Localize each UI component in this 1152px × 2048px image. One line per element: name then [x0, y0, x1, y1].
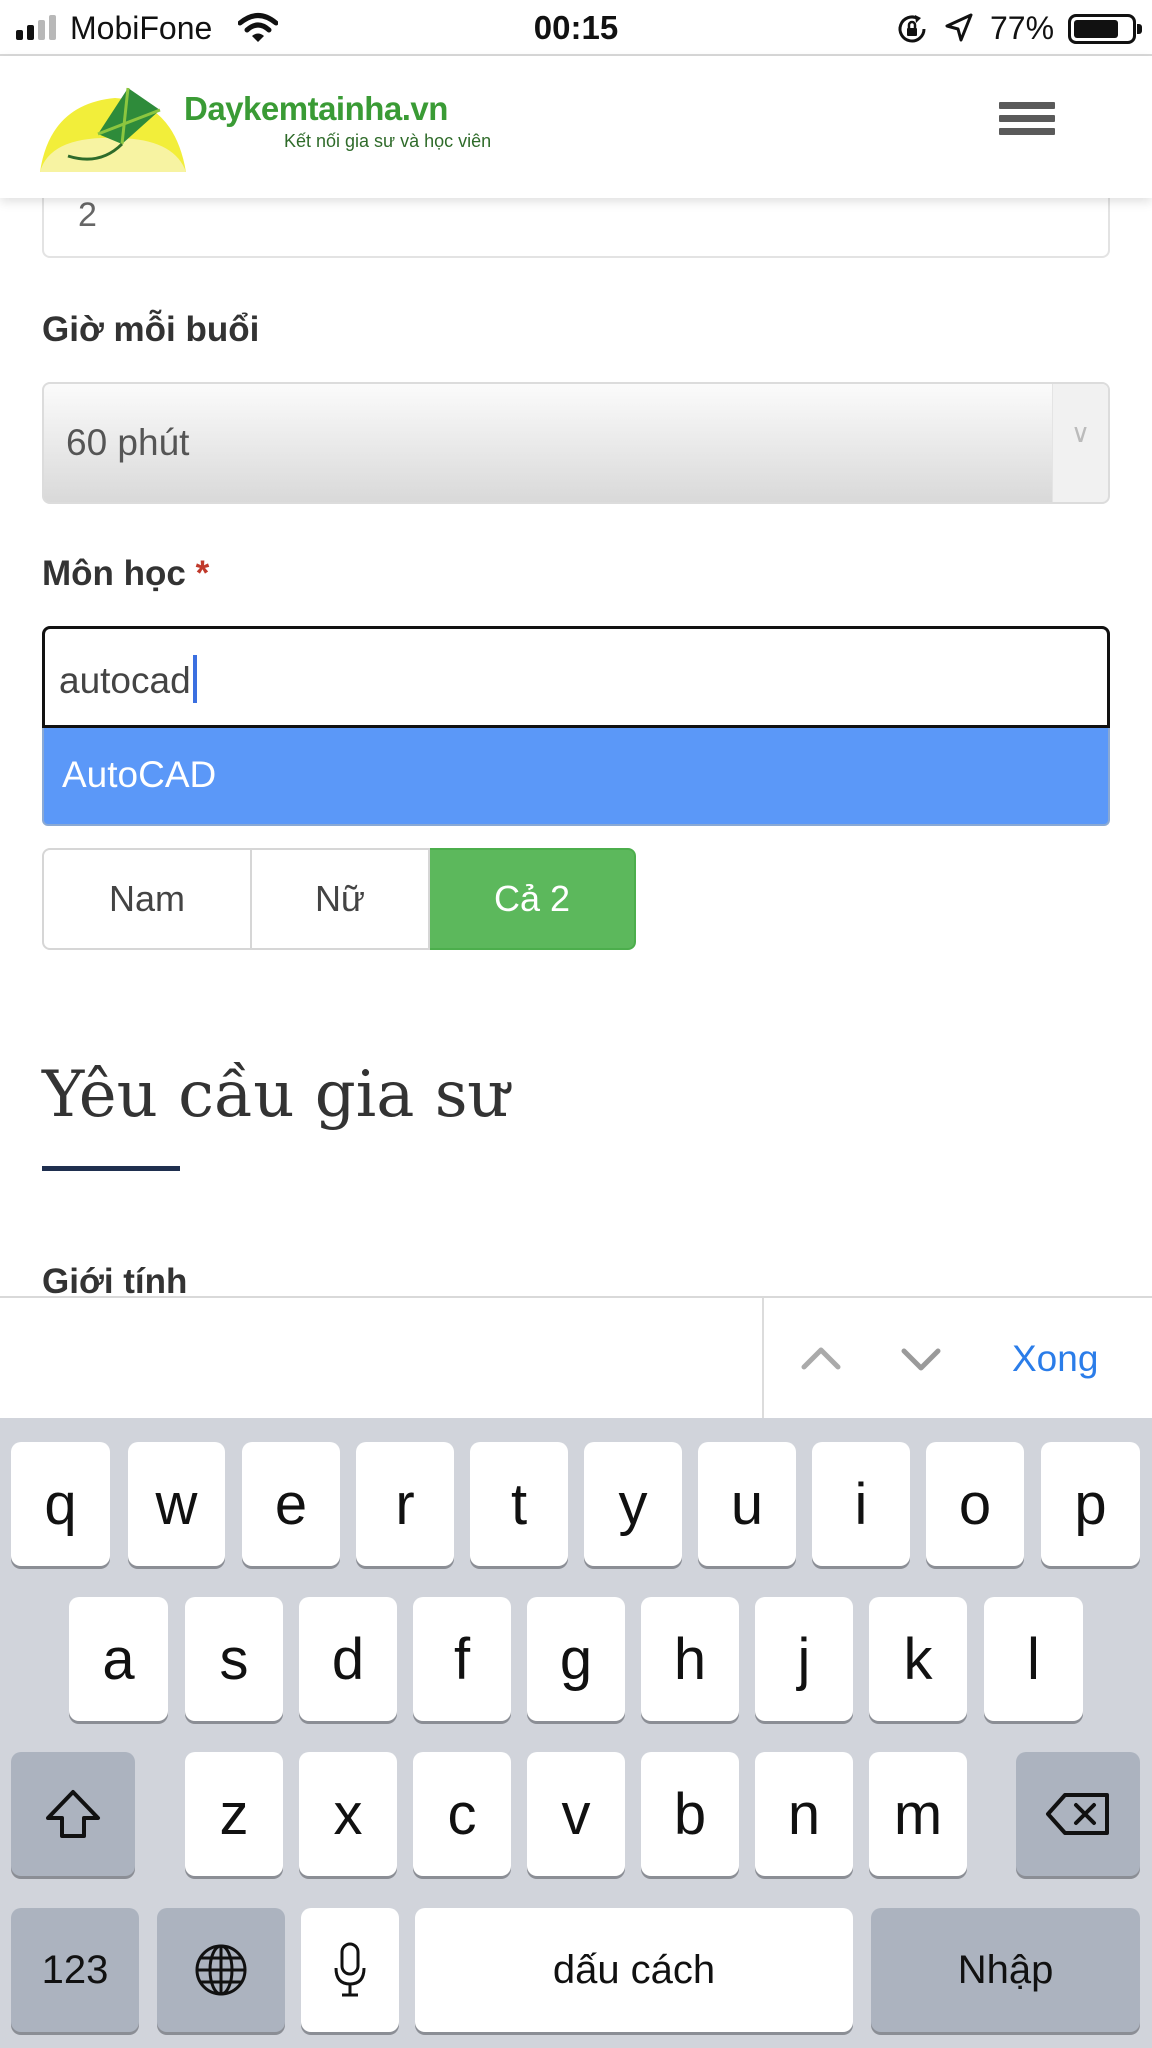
globe-icon	[195, 1944, 247, 1996]
keyboard-accessory-bar: Xong	[0, 1296, 1152, 1420]
key-b[interactable]: b	[641, 1752, 739, 1876]
key-m[interactable]: m	[869, 1752, 967, 1876]
subject-label: Môn học *	[42, 554, 209, 594]
rotation-lock-icon	[898, 15, 926, 43]
gender-female-button[interactable]: Nữ	[252, 848, 430, 950]
key-j[interactable]: j	[755, 1597, 853, 1721]
key-i[interactable]: i	[812, 1442, 910, 1566]
subject-input[interactable]: autocad	[42, 626, 1110, 728]
key-k[interactable]: k	[869, 1597, 967, 1721]
site-header: Daykemtainha.vn Kết nối gia sư và học vi…	[0, 56, 1152, 198]
subject-input-value: autocad	[59, 660, 191, 701]
select-arrow: ∨	[1052, 384, 1108, 502]
key-n[interactable]: n	[755, 1752, 853, 1876]
numbers-key[interactable]: 123	[11, 1908, 139, 2032]
shift-key[interactable]	[11, 1752, 135, 1876]
key-h[interactable]: h	[641, 1597, 739, 1721]
chevron-up-icon[interactable]	[796, 1334, 846, 1384]
location-icon	[945, 13, 973, 42]
battery-percent: 77%	[990, 10, 1055, 46]
key-s[interactable]: s	[185, 1597, 283, 1721]
key-e[interactable]: e	[242, 1442, 340, 1566]
kite-logo-icon[interactable]	[40, 86, 186, 172]
microphone-icon	[334, 1942, 366, 1997]
required-mark: *	[195, 554, 210, 593]
key-c[interactable]: c	[413, 1752, 511, 1876]
key-w[interactable]: w	[128, 1442, 225, 1566]
key-a[interactable]: a	[69, 1597, 168, 1721]
key-t[interactable]: t	[470, 1442, 568, 1566]
section-title: Yêu cầu gia sư	[42, 1058, 509, 1132]
key-v[interactable]: v	[527, 1752, 625, 1876]
key-l[interactable]: l	[984, 1597, 1083, 1721]
key-q[interactable]: q	[11, 1442, 110, 1566]
hours-per-session-label: Giờ mỗi buổi	[42, 310, 260, 349]
gender-male-button[interactable]: Nam	[42, 848, 252, 950]
clock: 00:15	[533, 9, 619, 46]
accessory-divider	[762, 1298, 764, 1420]
logo-tagline: Kết nối gia sư và học viên	[284, 131, 492, 151]
done-button[interactable]: Xong	[1012, 1338, 1098, 1380]
key-o[interactable]: o	[926, 1442, 1024, 1566]
key-g[interactable]: g	[527, 1597, 625, 1721]
logo-name[interactable]: Daykemtainha.vn	[184, 90, 448, 128]
battery-icon	[1068, 14, 1142, 44]
key-d[interactable]: d	[299, 1597, 397, 1721]
previous-field-input[interactable]: 2	[42, 198, 1110, 258]
chevron-down-icon: ∨	[1071, 418, 1091, 448]
key-f[interactable]: f	[413, 1597, 511, 1721]
key-r[interactable]: r	[356, 1442, 454, 1566]
hours-per-session-select[interactable]: 60 phút ∨	[42, 382, 1110, 504]
shift-arrow-icon	[46, 1790, 100, 1838]
status-bar: MobiFone 00:15 77%	[0, 0, 1152, 56]
key-p[interactable]: p	[1041, 1442, 1140, 1566]
chevron-down-icon[interactable]	[896, 1334, 946, 1384]
key-u[interactable]: u	[698, 1442, 796, 1566]
backspace-key[interactable]	[1016, 1752, 1140, 1876]
gender-button-group: Nam Nữ Cả 2	[42, 848, 636, 950]
globe-key[interactable]	[157, 1908, 285, 2032]
on-screen-keyboard: q w e r t y u i o p a s d f g h j k l z …	[0, 1418, 1152, 2048]
autocomplete-option[interactable]: AutoCAD	[42, 728, 1110, 826]
space-key[interactable]: dấu cách	[415, 1908, 853, 2032]
key-z[interactable]: z	[185, 1752, 283, 1876]
autocomplete-option-label: AutoCAD	[62, 754, 217, 795]
key-x[interactable]: x	[299, 1752, 397, 1876]
section-divider	[42, 1166, 180, 1171]
return-key[interactable]: Nhập	[871, 1908, 1140, 2032]
backspace-icon	[1046, 1793, 1109, 1835]
previous-field-value: 2	[78, 198, 97, 234]
microphone-key[interactable]	[301, 1908, 399, 2032]
text-caret	[192, 655, 197, 703]
hamburger-menu-icon[interactable]	[996, 96, 1058, 146]
subject-label-text: Môn học	[42, 554, 186, 593]
gender-both-button[interactable]: Cả 2	[430, 848, 636, 950]
form-content: 2 Giờ mỗi buổi 60 phút ∨ Môn học * autoc…	[0, 198, 1152, 1298]
hours-per-session-value: 60 phút	[66, 422, 190, 463]
tutor-gender-label: Giới tính	[42, 1262, 188, 1298]
key-y[interactable]: y	[584, 1442, 682, 1566]
